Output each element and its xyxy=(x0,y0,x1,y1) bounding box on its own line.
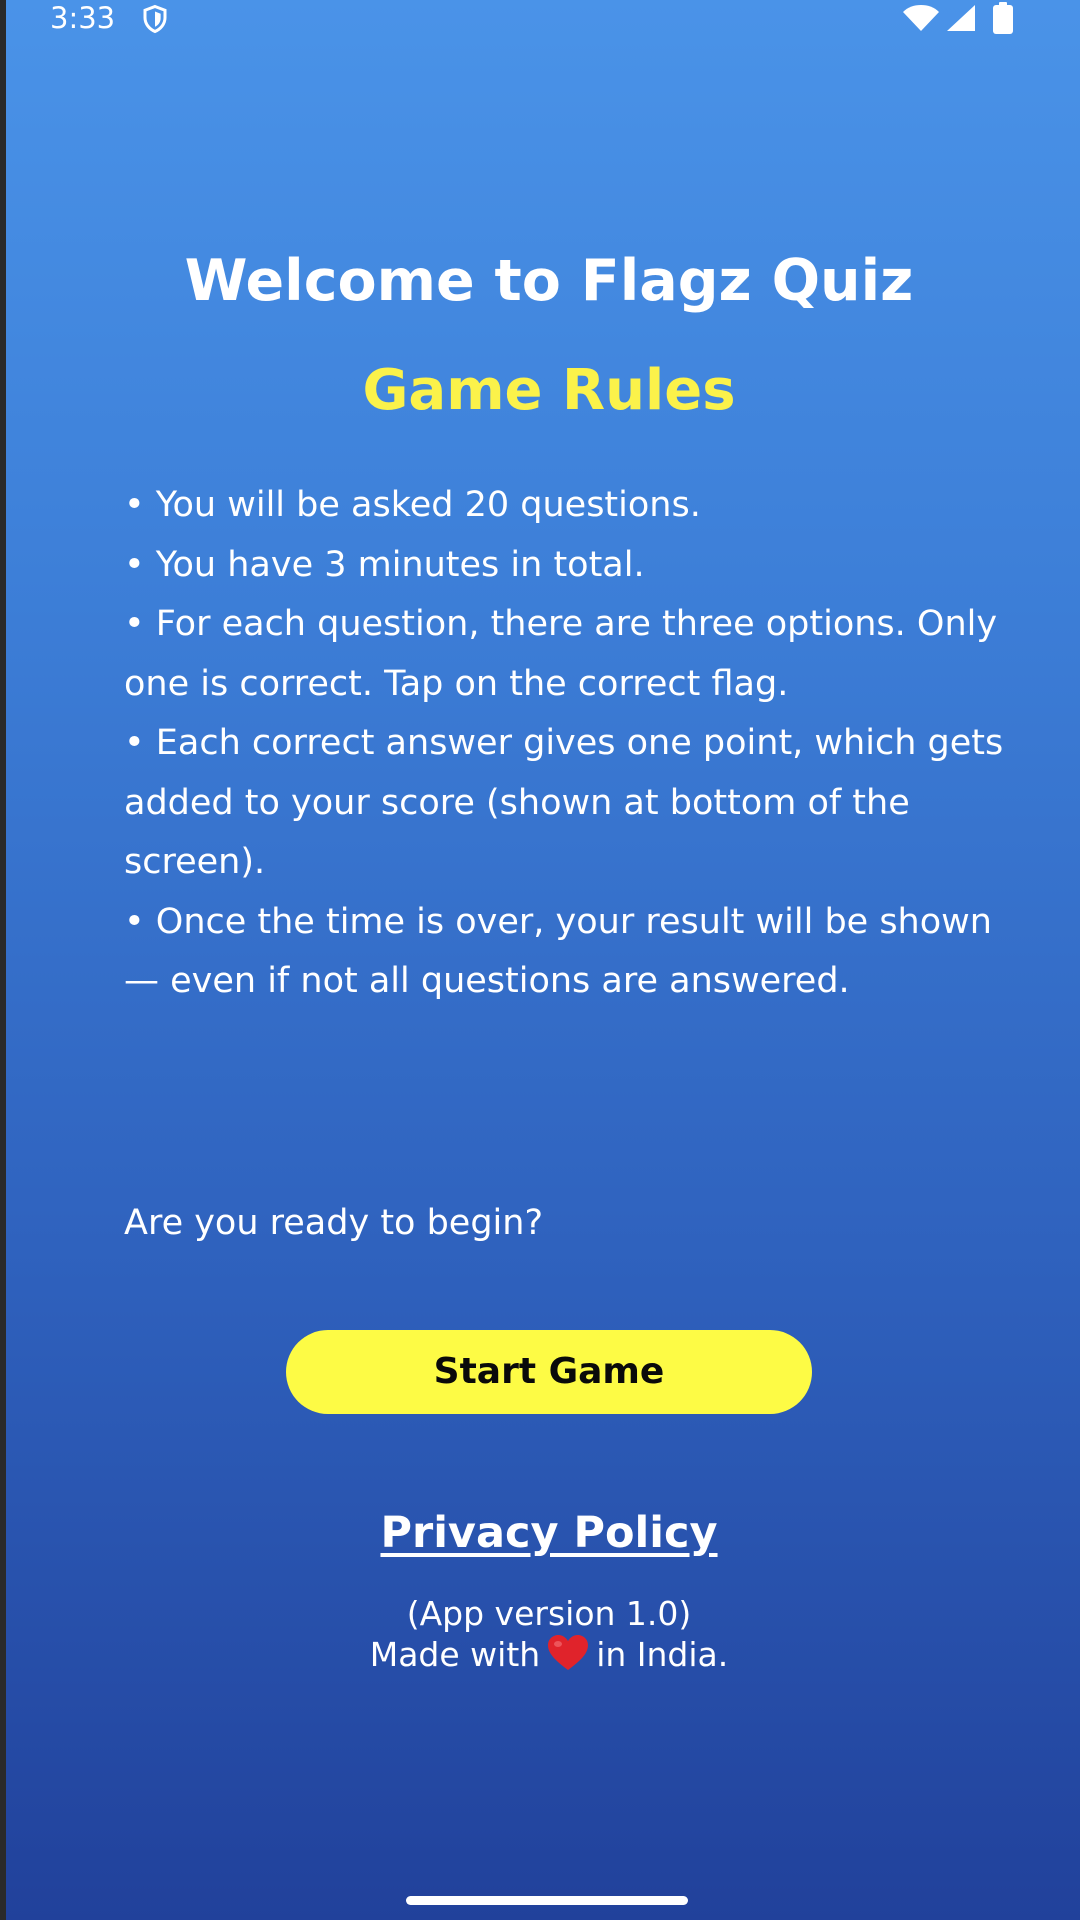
start-game-button[interactable]: Start Game xyxy=(286,1330,812,1414)
heart-icon xyxy=(548,1635,589,1670)
shield-icon xyxy=(143,4,167,34)
rules-heading: Game Rules xyxy=(362,358,736,423)
made-with-prefix: Made with xyxy=(369,1635,541,1674)
status-bar: 3:33 xyxy=(6,0,1080,40)
made-with-suffix: in India. xyxy=(596,1635,729,1674)
app-version: (App version 1.0) xyxy=(406,1594,692,1633)
battery-icon xyxy=(993,2,1013,34)
status-time: 3:33 xyxy=(50,1,116,35)
app-footer: (App version 1.0) Made with in India. xyxy=(6,1594,1080,1675)
rule-item: • Each correct answer gives one point, w… xyxy=(124,723,1004,882)
made-with-line: Made with in India. xyxy=(6,1634,1080,1675)
page-title: Welcome to Flagz Quiz xyxy=(184,248,914,314)
rule-item: • You have 3 minutes in total. xyxy=(124,544,645,585)
ready-prompt: Are you ready to begin? xyxy=(124,1203,544,1243)
rules-list: • You will be asked 20 questions. • You … xyxy=(124,476,1004,1012)
wifi-icon xyxy=(903,5,939,31)
privacy-policy-link[interactable]: Privacy Policy xyxy=(6,1503,1080,1563)
home-indicator[interactable] xyxy=(406,1896,688,1905)
rule-item: • You will be asked 20 questions. xyxy=(124,485,701,525)
rule-item: • Once the time is over, your result wil… xyxy=(124,901,992,1002)
signal-icon xyxy=(947,5,975,31)
app-screen: 3:33 Welcome to Flagz Quiz Game Rules • … xyxy=(6,0,1080,1920)
rule-item: • For each question, there are three opt… xyxy=(124,604,998,704)
